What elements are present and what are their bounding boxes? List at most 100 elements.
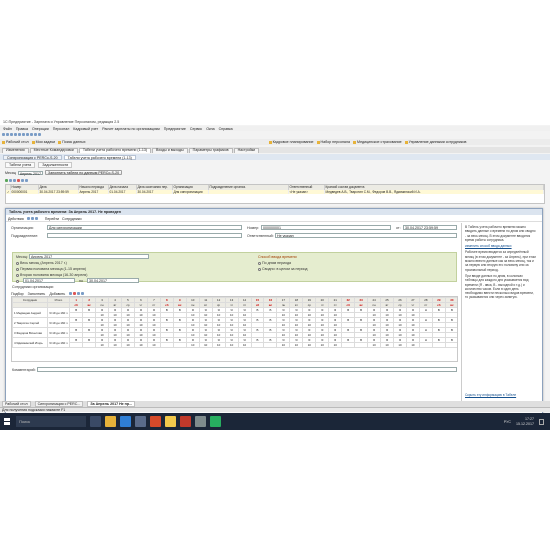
save-icon[interactable] bbox=[26, 217, 30, 220]
opt-custom[interactable] bbox=[16, 279, 20, 283]
menu-item[interactable]: Кадровый учет bbox=[73, 127, 98, 131]
edge-icon[interactable] bbox=[120, 416, 131, 427]
explorer-icon[interactable] bbox=[105, 416, 116, 427]
filter-icon[interactable] bbox=[21, 178, 24, 182]
move-up-icon[interactable] bbox=[77, 292, 81, 295]
opera-icon[interactable] bbox=[150, 416, 161, 427]
goto-menu[interactable]: Перейти bbox=[45, 217, 59, 221]
day-hours[interactable]: 10 bbox=[108, 342, 122, 348]
section-tab[interactable]: Настройки bbox=[233, 147, 260, 153]
edit-icon[interactable] bbox=[13, 178, 16, 182]
day-hours[interactable]: 10 bbox=[367, 342, 382, 348]
quick-desktop[interactable]: Рабочий стол bbox=[2, 140, 29, 144]
day-hours[interactable] bbox=[250, 342, 265, 348]
month-field[interactable]: Апрель 2017 bbox=[17, 170, 44, 176]
quick-recruiting[interactable]: Набор персонала bbox=[316, 140, 350, 144]
onec-app-icon[interactable] bbox=[180, 416, 191, 427]
calculator-icon[interactable] bbox=[30, 133, 33, 136]
day-hours[interactable] bbox=[69, 342, 84, 348]
save-icon[interactable] bbox=[10, 133, 13, 136]
menu-item[interactable]: Персонал bbox=[53, 127, 70, 131]
clock[interactable]: 17:27 15.12.2017 bbox=[516, 417, 534, 426]
day-hours[interactable] bbox=[263, 342, 278, 348]
delete-icon[interactable] bbox=[73, 292, 77, 295]
notifications-icon[interactable] bbox=[539, 418, 544, 425]
section-tab[interactable]: Входы и выходы bbox=[152, 147, 188, 153]
quick-employee-data[interactable]: Управление данными сотрудников bbox=[404, 140, 466, 144]
taskbar-search[interactable]: Поиск bbox=[16, 416, 86, 427]
menu-item[interactable]: Расчет зарплаты по организациям bbox=[102, 127, 160, 131]
list-col-header[interactable]: Начало периода bbox=[78, 185, 109, 190]
day-hours[interactable]: 10 bbox=[405, 342, 420, 348]
help-icon[interactable] bbox=[38, 133, 41, 136]
fill-button[interactable]: Заполнить bbox=[28, 292, 46, 296]
paste-icon[interactable] bbox=[22, 133, 25, 136]
custom-from-field[interactable]: 01.04.2017 bbox=[23, 278, 75, 283]
menu-item[interactable]: Справка bbox=[219, 127, 233, 131]
cut-icon[interactable] bbox=[14, 133, 17, 136]
section-tab[interactable]: Местные Командировки bbox=[29, 147, 78, 153]
day-hours[interactable]: 10 bbox=[302, 342, 317, 348]
day-hours[interactable] bbox=[159, 342, 174, 348]
window-tab[interactable]: Табели учета рабочего времени (1-13) bbox=[63, 154, 136, 160]
employee-name[interactable]: 1 Медведев Андрей bbox=[12, 307, 48, 318]
day-hours[interactable]: 10 bbox=[133, 342, 148, 348]
post-icon[interactable] bbox=[30, 217, 34, 220]
fill-timesheets-button[interactable]: Заполнить табели по данным PERCo-S-20 bbox=[45, 170, 123, 175]
section-tab[interactable]: Табели учета рабочего времени (1-13) bbox=[78, 147, 152, 153]
mode-summary[interactable]: Сводно: в целом за период bbox=[258, 267, 307, 271]
section-tab[interactable]: Изменения bbox=[2, 147, 29, 153]
employee-name[interactable]: 4 Ядкиминский Игорь bbox=[12, 337, 48, 348]
custom-to-field[interactable]: 30.04.2017 bbox=[87, 278, 139, 283]
help-link-mode[interactable]: изменить способ ввода данных bbox=[465, 244, 512, 248]
day-hours[interactable]: 10 bbox=[121, 342, 135, 348]
number-field[interactable]: 000000001 bbox=[261, 225, 391, 230]
calendar-icon[interactable] bbox=[34, 133, 37, 136]
edit-icon[interactable] bbox=[69, 292, 73, 295]
comment-field[interactable] bbox=[37, 367, 457, 372]
refresh-icon[interactable] bbox=[25, 178, 28, 182]
day-hours[interactable] bbox=[341, 342, 356, 348]
menu-item[interactable]: Окна bbox=[206, 127, 214, 131]
unpost-icon[interactable] bbox=[34, 217, 38, 220]
mail-icon[interactable] bbox=[195, 416, 206, 427]
store-icon[interactable] bbox=[135, 416, 146, 427]
opt-second-half[interactable]: Вторая половина месяца (16-30 апреля) bbox=[16, 273, 87, 277]
tab-timesheets[interactable]: Табели учета bbox=[5, 162, 36, 168]
employees-menu[interactable]: Сотрудники bbox=[62, 217, 81, 221]
copy-icon[interactable] bbox=[9, 178, 12, 182]
move-down-icon[interactable] bbox=[81, 292, 85, 295]
table-row[interactable]: ✓ 000000001 30.04.2017 23:59:59 Апрель 2… bbox=[6, 189, 544, 194]
day-hours[interactable]: 10 bbox=[185, 342, 200, 348]
quick-search-data[interactable]: Поиск данных bbox=[58, 140, 86, 144]
new-icon[interactable] bbox=[2, 133, 5, 136]
pick-button[interactable]: Подбор bbox=[11, 292, 24, 296]
quick-my-tasks[interactable]: Мои задачи bbox=[31, 140, 55, 144]
org-field[interactable]: Для синхронизации bbox=[47, 225, 242, 230]
start-button[interactable] bbox=[0, 413, 14, 430]
day-hours[interactable] bbox=[444, 342, 457, 348]
day-hours[interactable]: 10 bbox=[393, 342, 407, 348]
day-hours[interactable] bbox=[172, 342, 187, 348]
quick-staff-planning[interactable]: Кадровое планирование bbox=[268, 140, 314, 144]
menu-item[interactable]: Сервис bbox=[190, 127, 202, 131]
add-button[interactable]: Добавить bbox=[49, 292, 65, 296]
delete-icon[interactable] bbox=[17, 178, 20, 182]
day-hours[interactable]: 10 bbox=[315, 342, 330, 348]
day-hours[interactable]: 10 bbox=[237, 342, 252, 348]
day-hours[interactable]: 10 bbox=[380, 342, 395, 348]
day-hours[interactable]: 10 bbox=[289, 342, 304, 348]
copy-icon[interactable] bbox=[18, 133, 21, 136]
excel-icon[interactable] bbox=[210, 416, 221, 427]
dept-field[interactable] bbox=[47, 233, 242, 238]
day-hours[interactable]: 10 bbox=[95, 342, 110, 348]
day-hours[interactable]: 10 bbox=[211, 342, 226, 348]
date-field[interactable]: 30.04.2017 23:59:59 bbox=[403, 225, 457, 230]
day-hours[interactable]: 10 bbox=[198, 342, 213, 348]
opt-whole-month[interactable]: Весь месяц (Апрель 2017 г.) bbox=[16, 261, 67, 265]
actions-menu[interactable]: Действия bbox=[8, 217, 24, 221]
period-month-field[interactable]: Апрель 2017 bbox=[29, 254, 149, 259]
add-icon[interactable] bbox=[5, 178, 8, 182]
day-hours[interactable] bbox=[82, 342, 97, 348]
day-hours[interactable]: 10 bbox=[328, 342, 343, 348]
